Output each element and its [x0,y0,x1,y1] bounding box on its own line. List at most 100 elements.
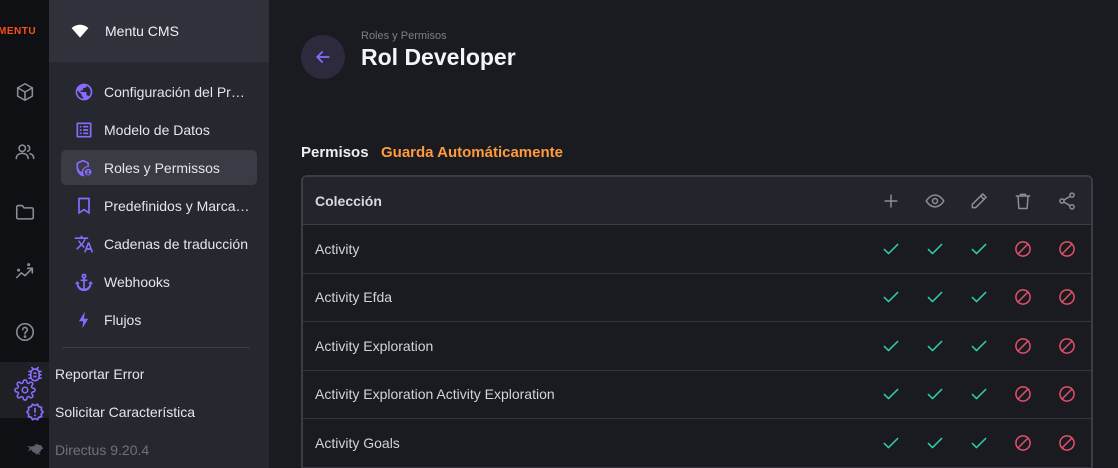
sidebar-item-project-settings[interactable]: Configuración del Proyecto [61,74,257,109]
block-icon [1059,434,1075,451]
rail-files-button[interactable] [0,184,49,240]
project-header[interactable]: Mentu CMS [49,0,269,62]
permission-create-toggle[interactable] [869,379,913,409]
back-button[interactable] [301,35,345,79]
permission-share-toggle[interactable] [1045,379,1089,409]
permission-read-toggle[interactable] [913,379,957,409]
list-icon [76,122,92,137]
header-create[interactable] [869,186,913,216]
eye-icon [925,193,945,208]
sidebar-item-translations[interactable]: Cadenas de traducción [61,226,257,261]
collection-name: Activity Efda [315,289,393,306]
add-icon [884,193,898,208]
block-icon [1059,386,1075,403]
permission-share-toggle[interactable] [1045,428,1089,458]
permission-read-toggle[interactable] [913,331,957,361]
sidebar-item-label: Webhooks [104,273,170,290]
directus-rabbit-icon [26,443,44,455]
header-read[interactable] [913,186,957,216]
block-icon [1015,337,1031,354]
permission-share-toggle[interactable] [1045,234,1089,264]
logo-text: MENTU [0,26,37,37]
brand-logo[interactable]: MENTU [0,26,49,37]
block-icon [1015,386,1031,403]
settings-nav: Configuración del Proyecto Modelo de Dat… [61,74,257,340]
permission-update-toggle[interactable] [957,234,1001,264]
rail-content-button[interactable] [0,64,49,120]
autosave-notice: Guarda Automáticamente [381,144,563,161]
page-title: Rol Developer [361,44,516,70]
table-row[interactable]: Activity Goals [303,419,1091,468]
sidebar-item-request-feature[interactable]: Solicitar Característica [12,394,208,429]
permission-update-toggle[interactable] [957,331,1001,361]
check-icon [927,243,943,255]
check-icon [883,243,899,255]
rail-help-button[interactable] [0,304,49,360]
permission-delete-toggle[interactable] [1001,428,1045,458]
permission-create-toggle[interactable] [869,331,913,361]
pencil-icon [971,192,987,208]
permission-delete-toggle[interactable] [1001,379,1045,409]
shield-user-icon [76,159,92,176]
version-info[interactable]: Directus 9.20.4 [12,432,208,467]
column-header-collection: Colección [315,192,382,209]
header-share[interactable] [1045,186,1089,216]
permission-read-toggle[interactable] [913,428,957,458]
sidebar-item-webhooks[interactable]: Webhooks [61,264,257,299]
sidebar-item-label: Reportar Error [55,365,145,382]
table-row[interactable]: Activity Efda [303,274,1091,322]
block-icon [1059,240,1075,257]
permission-delete-toggle[interactable] [1001,282,1045,312]
help-icon [15,322,34,342]
sidebar-item-label: Roles y Permissos [104,159,220,176]
sidebar-item-roles[interactable]: Roles y Permissos [61,150,257,185]
translate-icon [74,235,94,252]
check-icon [971,243,987,255]
permission-create-toggle[interactable] [869,428,913,458]
project-name: Mentu CMS [105,23,179,39]
anchor-icon [74,273,94,291]
permission-update-toggle[interactable] [957,379,1001,409]
permission-cells [869,331,1089,361]
collection-name: Activity Exploration [315,337,434,354]
permission-update-toggle[interactable] [957,428,1001,458]
bug-icon [28,366,42,382]
collection-name: Activity [315,240,360,257]
permission-share-toggle[interactable] [1045,331,1089,361]
permission-delete-toggle[interactable] [1001,234,1045,264]
check-icon [883,291,899,303]
sidebar-item-data-model[interactable]: Modelo de Datos [61,112,257,147]
permission-share-toggle[interactable] [1045,282,1089,312]
permission-delete-toggle[interactable] [1001,331,1045,361]
table-row[interactable]: Activity Exploration [303,322,1091,371]
block-icon [1015,240,1031,257]
insights-icon [15,263,33,279]
sidebar-item-report-bug[interactable]: Reportar Error [12,356,208,391]
sidebar-item-label: Flujos [104,311,142,328]
sidebar-item-label: Modelo de Datos [104,121,210,138]
permission-update-toggle[interactable] [957,282,1001,312]
permission-create-toggle[interactable] [869,282,913,312]
check-icon [971,437,987,449]
check-icon [971,340,987,352]
permission-read-toggle[interactable] [913,234,957,264]
main-content: Roles y Permisos Rol Developer Permisos … [269,0,1118,468]
rail-insights-button[interactable] [0,244,49,300]
table-row[interactable]: Activity [303,225,1091,274]
check-icon [927,437,943,449]
permission-create-toggle[interactable] [869,234,913,264]
check-icon [927,340,943,352]
permission-cells [869,379,1089,409]
header-update[interactable] [957,186,1001,216]
collection-name: Activity Goals [315,434,400,451]
table-row[interactable]: Activity Exploration Activity Exploratio… [303,371,1091,419]
header-delete[interactable] [1001,186,1045,216]
sidebar-item-presets[interactable]: Predefinidos y Marcadores [61,188,257,223]
block-icon [1059,289,1075,306]
sidebar-item-flows[interactable]: Flujos [61,302,257,337]
breadcrumb[interactable]: Roles y Permisos [361,30,447,42]
permission-read-toggle[interactable] [913,282,957,312]
rail-users-button[interactable] [0,124,49,180]
check-icon [883,388,899,400]
arrow-back-icon [316,51,330,63]
